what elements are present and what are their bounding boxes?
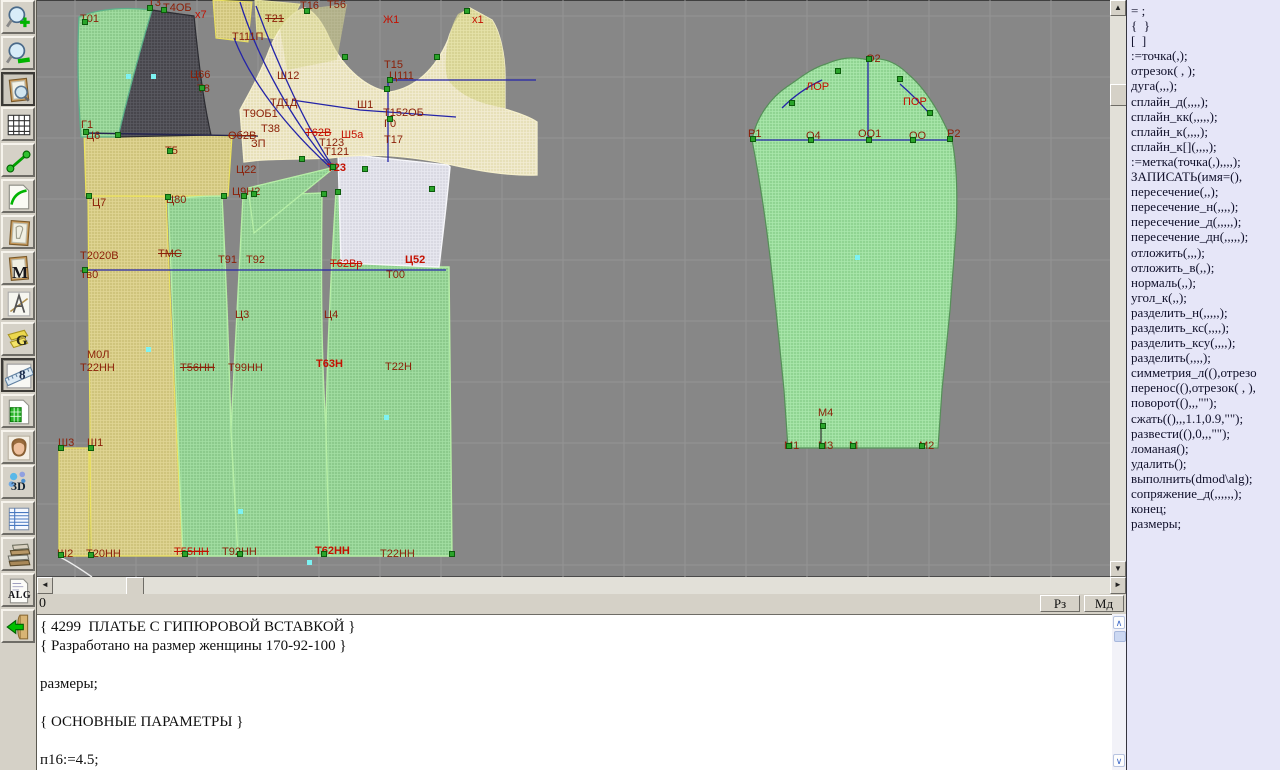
toolbar-button-zoom-in[interactable]	[1, 0, 35, 34]
command-item[interactable]: :=точка(,);	[1131, 48, 1280, 63]
sizes-table-icon	[5, 505, 33, 533]
zoom-in-icon	[5, 4, 33, 32]
drafting-tools-icon	[5, 290, 33, 318]
command-item[interactable]: выполнить(dmod\alg);	[1131, 471, 1280, 486]
command-item[interactable]: сплайн_кк(,,,,,);	[1131, 109, 1280, 124]
toolbar-button-preview[interactable]	[1, 72, 35, 106]
command-item[interactable]: ломаная();	[1131, 441, 1280, 456]
preview-board-icon	[5, 76, 33, 104]
command-item[interactable]: отрезок( , );	[1131, 63, 1280, 78]
alg-page-icon	[5, 577, 33, 605]
command-item[interactable]: развести((),0,,,"");	[1131, 426, 1280, 441]
command-item[interactable]: сжать((),,,1.1,0.9,"");	[1131, 411, 1280, 426]
command-item[interactable]: нормаль(,,);	[1131, 275, 1280, 290]
ruler-icon	[5, 362, 33, 390]
command-item[interactable]: сплайн_к[](,,,,);	[1131, 139, 1280, 154]
toolbar-button-segment[interactable]	[1, 143, 35, 177]
editor-line: п16:=4.5;	[40, 751, 1112, 770]
canvas-vertical-scrollbar[interactable]: ▲ ▼	[1110, 0, 1126, 577]
toolbar-button-zoom-out[interactable]	[1, 36, 35, 70]
pattern-sheet-icon	[5, 219, 33, 247]
toolbar-button-grid[interactable]	[1, 107, 35, 141]
table-page-icon	[5, 398, 33, 426]
canvas-horizontal-scrollbar[interactable]: ◄ ►	[37, 577, 1126, 594]
3d-icon	[5, 469, 33, 497]
toolbar-button-table-page[interactable]	[1, 394, 35, 428]
md-button[interactable]: Мд	[1084, 595, 1124, 612]
editor-scrollbar[interactable]: ∧ ∨	[1112, 614, 1126, 770]
books-icon	[5, 541, 33, 569]
scroll-up-arrow-icon[interactable]: ▲	[1110, 0, 1126, 16]
grid-icon	[5, 111, 33, 139]
status-line-number: 0	[39, 596, 46, 612]
segment-icon	[5, 147, 33, 175]
scroll-down-arrow-icon[interactable]: ▼	[1110, 561, 1126, 577]
command-item[interactable]: пересечение(,,);	[1131, 184, 1280, 199]
command-item[interactable]: разделить_ксу(,,,,);	[1131, 335, 1280, 350]
command-item[interactable]: размеры;	[1131, 516, 1280, 531]
command-item[interactable]: пересечение_д(,,,,,);	[1131, 214, 1280, 229]
command-item[interactable]: [ ]	[1131, 33, 1280, 48]
command-item[interactable]: сопряжение_д(,,,,,,);	[1131, 486, 1280, 501]
command-item[interactable]: { }	[1131, 18, 1280, 33]
command-item[interactable]: конец;	[1131, 501, 1280, 516]
command-item[interactable]: пересечение_дн(,,,,,);	[1131, 229, 1280, 244]
editor-line: размеры;	[40, 675, 1112, 694]
scroll-right-arrow-icon[interactable]: ►	[1110, 577, 1126, 594]
m-board-icon	[5, 255, 33, 283]
command-item[interactable]: отложить_в(,,);	[1131, 260, 1280, 275]
pattern-drawing	[37, 0, 1110, 577]
command-item[interactable]: разделить(,,,,);	[1131, 350, 1280, 365]
command-item[interactable]: симметрия_л((),отрезо	[1131, 365, 1280, 380]
command-item[interactable]: дуга(,,,);	[1131, 78, 1280, 93]
toolbar-button-g-tool[interactable]: G	[1, 322, 35, 356]
editor-scroll-up-icon[interactable]: ∧	[1113, 616, 1125, 629]
pattern-canvas[interactable]: Т01Т3Т4ОБх7Т111ПЦ66Т8Г1Ц6Т5Об2ВЗПШ12ТД1Д…	[37, 0, 1110, 577]
editor-line	[40, 694, 1112, 713]
editor-line: { 4299 ПЛАТЬЕ С ГИПЮРОВОЙ ВСТАВКОЙ }	[40, 618, 1112, 637]
rz-button[interactable]: Рз	[1040, 595, 1080, 612]
scroll-left-arrow-icon[interactable]: ◄	[37, 577, 53, 594]
toolbar-button-drafting[interactable]	[1, 286, 35, 320]
command-item[interactable]: :=метка(точка(,),,,,);	[1131, 154, 1280, 169]
command-item[interactable]: разделить_н(,,,,,);	[1131, 305, 1280, 320]
editor-scroll-down-icon[interactable]: ∨	[1113, 754, 1125, 767]
toolbar-button-algorithm[interactable]: ALG	[1, 573, 35, 607]
command-item[interactable]: сплайн_д(,,,,);	[1131, 94, 1280, 109]
editor-line	[40, 732, 1112, 751]
command-item[interactable]: поворот((),,,"");	[1131, 395, 1280, 410]
algorithm-editor[interactable]: { 4299 ПЛАТЬЕ С ГИПЮРОВОЙ ВСТАВКОЙ }{ Ра…	[37, 614, 1112, 770]
export-roll-icon	[5, 613, 33, 641]
status-bar: 0 Рз Мд	[37, 594, 1126, 614]
editor-scroll-thumb[interactable]	[1114, 631, 1126, 642]
toolbar-button-measure[interactable]: 8	[1, 358, 35, 392]
toolbar-button-3d[interactable]: 3D	[1, 465, 35, 499]
editor-line: { ОСНОВНЫЕ ПАРАМЕТРЫ }	[40, 713, 1112, 732]
toolbar-button-pattern-sheet[interactable]	[1, 215, 35, 249]
g-ribbon-icon	[5, 326, 33, 354]
command-sidebar: = ;{ }[ ]:=точка(,);отрезок( , );дуга(,,…	[1126, 0, 1280, 770]
toolbar: M G 8	[0, 0, 37, 770]
editor-line: { Разработано на размер женщины 170-92-1…	[40, 637, 1112, 656]
command-item[interactable]: разделить_кс(,,,,);	[1131, 320, 1280, 335]
command-item[interactable]: = ;	[1131, 3, 1280, 18]
toolbar-button-spline[interactable]	[1, 179, 35, 213]
portrait-icon	[5, 434, 33, 462]
editor-line	[40, 656, 1112, 675]
toolbar-button-sizes-table[interactable]	[1, 501, 35, 535]
command-item[interactable]: пересечение_н(,,,,);	[1131, 199, 1280, 214]
toolbar-button-marking[interactable]: M	[1, 251, 35, 285]
toolbar-button-model-photo[interactable]	[1, 430, 35, 464]
command-item[interactable]: отложить(,,,);	[1131, 245, 1280, 260]
zoom-out-icon	[5, 40, 33, 68]
command-item[interactable]: ЗАПИСАТЬ(имя=(),	[1131, 169, 1280, 184]
toolbar-button-library[interactable]	[1, 537, 35, 571]
command-item[interactable]: сплайн_к(,,,,);	[1131, 124, 1280, 139]
command-item[interactable]: перенос((),отрезок( , ),	[1131, 380, 1280, 395]
spline-page-icon	[5, 183, 33, 211]
command-item[interactable]: угол_к(,,);	[1131, 290, 1280, 305]
command-item[interactable]: удалить();	[1131, 456, 1280, 471]
toolbar-button-export[interactable]	[1, 609, 35, 643]
